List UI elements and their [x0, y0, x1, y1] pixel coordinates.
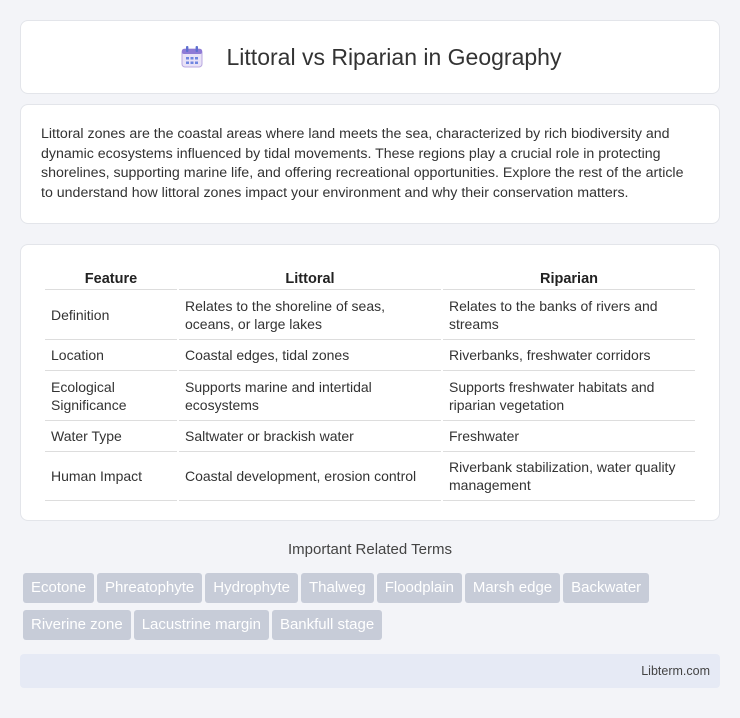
page-title: Littoral vs Riparian in Geography: [226, 43, 562, 70]
calendar-icon: [179, 44, 205, 70]
term-tag-phreatophyte[interactable]: Phreatophyte: [97, 573, 203, 603]
term-tag-riverine-zone[interactable]: Riverine zone: [23, 610, 131, 640]
comparison-table: Feature Littoral Riparian Definition Rel…: [43, 265, 697, 501]
feature-cell: Ecological Significance: [45, 371, 177, 421]
table-row: Definition Relates to the shoreline of s…: [45, 290, 695, 340]
footer: Libterm.com: [20, 654, 720, 688]
riparian-cell: Supports freshwater habitats and riparia…: [443, 371, 695, 421]
related-terms-list: Ecotone Phreatophyte Hydrophyte Thalweg Floo…: [23, 573, 723, 647]
related-terms-title: Important Related Terms: [288, 541, 452, 558]
table-row: Water Type Saltwater or brackish water F…: [45, 421, 695, 452]
littoral-cell: Saltwater or brackish water: [179, 421, 441, 452]
intro-card: Littoral zones are the coastal areas whe…: [20, 104, 720, 224]
term-tag-floodplain[interactable]: Floodplain: [376, 573, 462, 603]
feature-cell: Definition: [45, 290, 177, 340]
littoral-cell: Coastal development, erosion control: [179, 452, 441, 501]
comparison-card: Feature Littoral Riparian Definition Rel…: [20, 244, 720, 521]
footer-site-link[interactable]: Libterm.com: [641, 664, 710, 678]
riparian-cell: Riverbanks, freshwater corridors: [443, 340, 695, 371]
header-littoral: Littoral: [179, 265, 441, 290]
littoral-cell: Relates to the shoreline of seas, oceans…: [179, 290, 441, 340]
table-row: Ecological Significance Supports marine …: [45, 371, 695, 421]
riparian-cell: Riverbank stabilization, water quality m…: [443, 452, 695, 501]
table-row: Human Impact Coastal development, erosio…: [45, 452, 695, 501]
feature-cell: Human Impact: [45, 452, 177, 501]
feature-cell: Water Type: [45, 421, 177, 452]
intro-text: Littoral zones are the coastal areas whe…: [41, 126, 684, 201]
term-tag-thalweg[interactable]: Thalweg: [301, 573, 374, 603]
littoral-cell: Coastal edges, tidal zones: [179, 340, 441, 371]
header-riparian: Riparian: [443, 265, 695, 290]
riparian-cell: Freshwater: [443, 421, 695, 452]
header-card: Littoral vs Riparian in Geography: [20, 20, 720, 94]
feature-cell: Location: [45, 340, 177, 371]
header-feature: Feature: [45, 265, 177, 290]
term-tag-bankfull-stage[interactable]: Bankfull stage: [271, 610, 383, 640]
term-tag-backwater[interactable]: Backwater: [563, 573, 650, 603]
term-tag-lacustrine-margin[interactable]: Lacustrine margin: [133, 610, 269, 640]
term-tag-ecotone[interactable]: Ecotone: [23, 573, 95, 603]
riparian-cell: Relates to the banks of rivers and strea…: [443, 290, 695, 340]
term-tag-hydrophyte[interactable]: Hydrophyte: [205, 573, 298, 603]
table-row: Location Coastal edges, tidal zones Rive…: [45, 340, 695, 371]
littoral-cell: Supports marine and intertidal ecosystem…: [179, 371, 441, 421]
term-tag-marsh-edge[interactable]: Marsh edge: [464, 573, 561, 603]
